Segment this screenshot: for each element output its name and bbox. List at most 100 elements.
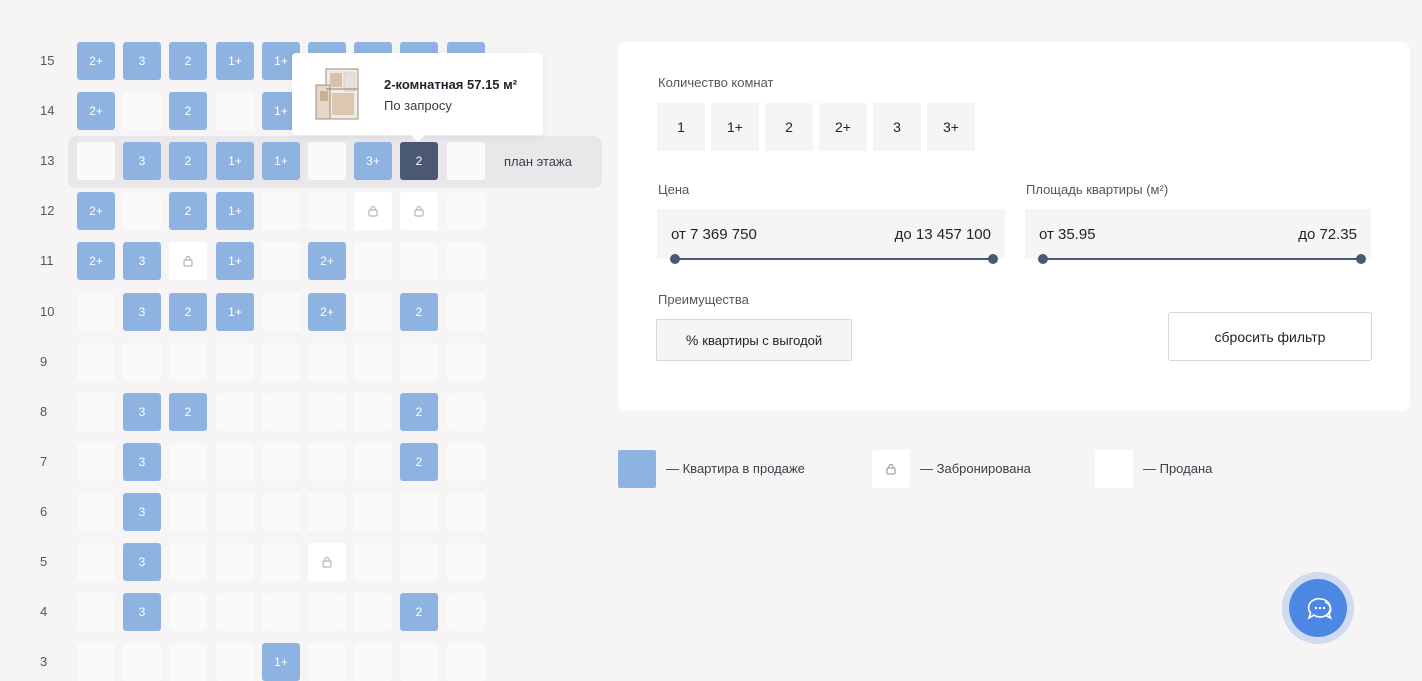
apartment-cell-14-1[interactable]: 2+ [77, 92, 115, 130]
lock-icon [414, 206, 424, 217]
apartment-cell-15-1[interactable]: 2+ [77, 42, 115, 80]
apartment-cell-10-6[interactable]: 2+ [308, 293, 346, 331]
floor-number-13: 13 [40, 153, 55, 168]
apartment-cell-8-1 [77, 393, 115, 431]
legend-sold-swatch [1095, 450, 1133, 488]
apartment-cell-4-6 [308, 593, 346, 631]
apartment-cell-8-3[interactable]: 2 [169, 393, 207, 431]
apartment-cell-11-3 [169, 242, 207, 280]
apartment-cell-10-8[interactable]: 2 [400, 293, 438, 331]
area-slider[interactable] [1038, 254, 1366, 264]
room-filter-1[interactable]: 1 [657, 103, 705, 151]
apartment-cell-4-7 [354, 593, 392, 631]
room-filter-3[interactable]: 3 [873, 103, 921, 151]
price-max-handle[interactable] [988, 254, 998, 264]
apartment-cell-13-9 [447, 142, 485, 180]
apartment-cell-13-6 [308, 142, 346, 180]
chat-widget-button[interactable] [1282, 572, 1354, 644]
apartment-cell-3-8 [400, 643, 438, 681]
apartment-cell-13-2[interactable]: 3 [123, 142, 161, 180]
apartment-cell-15-4[interactable]: 1+ [216, 42, 254, 80]
price-min-handle[interactable] [670, 254, 680, 264]
apartment-cell-4-8[interactable]: 2 [400, 593, 438, 631]
filter-panel: Количество комнат 1 1+ 2 2+ 3 3+ Цена от… [618, 42, 1410, 411]
apartment-cell-7-5 [262, 443, 300, 481]
apartment-cell-15-3[interactable]: 2 [169, 42, 207, 80]
apartment-cell-11-6[interactable]: 2+ [308, 242, 346, 280]
apartment-cell-13-7[interactable]: 3+ [354, 142, 392, 180]
apartment-cell-7-9 [447, 443, 485, 481]
apartment-cell-11-2[interactable]: 3 [123, 242, 161, 280]
apartment-cell-10-2[interactable]: 3 [123, 293, 161, 331]
lock-icon [183, 256, 193, 267]
floor-number-15: 15 [40, 53, 55, 68]
area-min-handle[interactable] [1038, 254, 1048, 264]
benefits-label: Преимущества [658, 292, 749, 307]
floor-number-4: 4 [40, 604, 48, 619]
apartment-cell-10-4[interactable]: 1+ [216, 293, 254, 331]
apartment-cell-9-2 [123, 343, 161, 381]
apartment-cell-4-3 [169, 593, 207, 631]
room-filter-2-plus[interactable]: 2+ [819, 103, 867, 151]
apartment-cell-3-7 [354, 643, 392, 681]
apartment-cell-13-8[interactable]: 2 [400, 142, 438, 180]
apartment-cell-8-8[interactable]: 2 [400, 393, 438, 431]
apartment-cell-6-2[interactable]: 3 [123, 493, 161, 531]
apartment-cell-13-1 [77, 142, 115, 180]
apartment-cell-15-2[interactable]: 3 [123, 42, 161, 80]
apartment-cell-12-1[interactable]: 2+ [77, 192, 115, 230]
apartment-cell-13-4[interactable]: 1+ [216, 142, 254, 180]
tooltip-price: По запросу [384, 98, 452, 113]
area-range[interactable]: от 35.95 до 72.35 [1025, 209, 1371, 259]
apartment-cell-12-4[interactable]: 1+ [216, 192, 254, 230]
apartment-cell-8-2[interactable]: 3 [123, 393, 161, 431]
tooltip-title: 2-комнатная 57.15 м² [384, 77, 518, 92]
floor-number-7: 7 [40, 454, 48, 469]
apartment-cell-9-7 [354, 343, 392, 381]
apartment-cell-3-4 [216, 643, 254, 681]
apartment-cell-10-3[interactable]: 2 [169, 293, 207, 331]
apartment-cell-12-3[interactable]: 2 [169, 192, 207, 230]
discount-apartments-button[interactable]: % квартиры с выгодой [656, 319, 852, 361]
apartment-cell-5-8 [400, 543, 438, 581]
apartment-cell-14-2 [123, 92, 161, 130]
percent-icon: % [685, 332, 699, 348]
apartment-cell-7-8[interactable]: 2 [400, 443, 438, 481]
area-max-handle[interactable] [1356, 254, 1366, 264]
chat-button-inner[interactable] [1289, 579, 1347, 637]
apartment-cell-5-5 [262, 543, 300, 581]
room-filter-2[interactable]: 2 [765, 103, 813, 151]
apartment-cell-3-6 [308, 643, 346, 681]
apartment-cell-7-4 [216, 443, 254, 481]
apartment-cell-3-9 [447, 643, 485, 681]
apartment-cell-4-5 [262, 593, 300, 631]
apartment-cell-11-1[interactable]: 2+ [77, 242, 115, 280]
apartment-cell-13-5[interactable]: 1+ [262, 142, 300, 180]
room-filter-1-plus[interactable]: 1+ [711, 103, 759, 151]
price-slider[interactable] [670, 254, 998, 264]
reset-filter-button[interactable]: сбросить фильтр [1168, 312, 1372, 361]
room-filter-3-plus[interactable]: 3+ [927, 103, 975, 151]
chat-bubbles-icon [1307, 597, 1332, 620]
apartment-cell-9-5 [262, 343, 300, 381]
apartment-cell-8-6 [308, 393, 346, 431]
apartment-cell-7-3 [169, 443, 207, 481]
apartment-cell-5-2[interactable]: 3 [123, 543, 161, 581]
price-from: от 7 369 750 [671, 226, 757, 243]
apartment-cell-6-8 [400, 493, 438, 531]
price-label: Цена [658, 182, 690, 197]
apartment-tooltip: 2-комнатная 57.15 м² По запросу [292, 53, 543, 142]
apartment-cell-11-4[interactable]: 1+ [216, 242, 254, 280]
apartment-cell-7-2[interactable]: 3 [123, 443, 161, 481]
apartment-cell-4-4 [216, 593, 254, 631]
apartment-cell-4-2[interactable]: 3 [123, 593, 161, 631]
apartment-cell-14-3[interactable]: 2 [169, 92, 207, 130]
apartment-cell-5-6 [308, 543, 346, 581]
floor-plan-link[interactable]: план этажа [504, 153, 572, 171]
apartment-cell-6-5 [262, 493, 300, 531]
discount-apartments-label: квартиры с выгодой [702, 332, 823, 348]
apartment-cell-13-3[interactable]: 2 [169, 142, 207, 180]
apartment-cell-3-5[interactable]: 1+ [262, 643, 300, 681]
apartment-cell-9-4 [216, 343, 254, 381]
price-range[interactable]: от 7 369 750 до 13 457 100 [657, 209, 1005, 259]
